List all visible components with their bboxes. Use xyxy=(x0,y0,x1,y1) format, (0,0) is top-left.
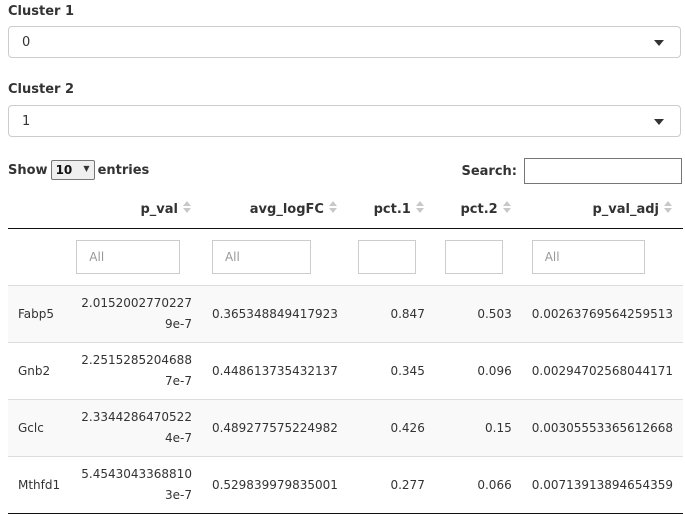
sort-icon xyxy=(328,201,338,215)
header-p_val_adj-label: p_val_adj xyxy=(592,202,659,217)
cell-pct2: 0.503 xyxy=(434,285,522,343)
sort-icon xyxy=(502,201,512,215)
cell-pct2: 0.096 xyxy=(434,342,522,400)
header-p_val-label: p_val xyxy=(140,202,178,217)
cell-p_val: 2.01520027702279e-7 xyxy=(72,285,202,343)
cell-p_val: 2.25152852046887e-7 xyxy=(72,342,202,400)
header-pct2-label: pct.2 xyxy=(460,202,498,217)
cluster1-value: 0 xyxy=(22,35,31,50)
search-label: Search: xyxy=(461,163,517,179)
sort-icon xyxy=(182,201,192,215)
header-p_val[interactable]: p_val xyxy=(72,190,202,229)
cell-avg_logFC: 0.529839979835001 xyxy=(201,456,348,514)
table-row: Gnb2 2.25152852046887e-7 0.4486137354321… xyxy=(8,342,683,400)
cell-avg_logFC: 0.489277575224982 xyxy=(201,399,348,457)
header-rownames xyxy=(8,190,73,229)
cell-pct2: 0.15 xyxy=(434,399,522,457)
length-control: Show 10 ▼ entries xyxy=(8,159,149,181)
header-pct1[interactable]: pct.1 xyxy=(347,190,435,229)
table-row: Mthfd1 5.45430433688103e-7 0.52983997983… xyxy=(8,456,683,514)
cell-p_val_adj: 0.00263769564259513 xyxy=(521,285,683,343)
header-avg_logFC-label: avg_logFC xyxy=(249,202,324,217)
sort-icon xyxy=(663,201,673,215)
entries-label: entries xyxy=(97,162,150,178)
length-select[interactable]: 10 ▼ xyxy=(50,160,95,180)
cell-gene: Gclc xyxy=(8,399,73,457)
cell-gene: Gnb2 xyxy=(8,342,73,400)
filter-avg_logFC[interactable]: All xyxy=(211,240,311,274)
sort-icon xyxy=(415,201,425,215)
header-pct2[interactable]: pct.2 xyxy=(434,190,522,229)
cell-pct1: 0.277 xyxy=(347,456,435,514)
cluster1-select[interactable]: 0 xyxy=(8,26,681,58)
header-p_val_adj[interactable]: p_val_adj xyxy=(521,190,683,229)
header-row: p_val avg_logFC pct.1 pct.2 p_val_adj xyxy=(8,190,683,229)
filter-p_val_adj[interactable]: All xyxy=(531,240,645,274)
search-input[interactable] xyxy=(524,158,682,184)
cell-p_val_adj: 0.00294702568044171 xyxy=(521,342,683,400)
cluster2-label: Cluster 2 xyxy=(8,82,75,97)
header-pct1-label: pct.1 xyxy=(373,202,411,217)
filter-cell-empty xyxy=(8,228,73,286)
table-row: Fabp5 2.01520027702279e-7 0.365348849417… xyxy=(8,285,683,343)
cell-p_val: 5.45430433688103e-7 xyxy=(72,456,202,514)
filter-pct1[interactable] xyxy=(357,240,416,274)
header-avg_logFC[interactable]: avg_logFC xyxy=(201,190,348,229)
caret-down-icon: ▼ xyxy=(83,164,90,173)
cell-pct1: 0.426 xyxy=(347,399,435,457)
chevron-down-icon xyxy=(654,119,664,125)
cell-avg_logFC: 0.365348849417923 xyxy=(201,285,348,343)
length-value: 10 xyxy=(55,163,73,177)
search-control: Search: xyxy=(461,158,682,184)
table-row: Gclc 2.33442864705224e-7 0.4892775752249… xyxy=(8,399,683,457)
results-table: p_val avg_logFC pct.1 pct.2 p_val_adj Al… xyxy=(8,190,683,514)
cluster2-select[interactable]: 1 xyxy=(8,105,681,137)
cell-p_val_adj: 0.00305553365612668 xyxy=(521,399,683,457)
filter-row: All All All xyxy=(8,228,683,286)
chevron-down-icon xyxy=(654,40,664,46)
cell-gene: Mthfd1 xyxy=(8,456,73,514)
cell-pct1: 0.847 xyxy=(347,285,435,343)
cell-p_val: 2.33442864705224e-7 xyxy=(72,399,202,457)
cell-avg_logFC: 0.448613735432137 xyxy=(201,342,348,400)
cluster2-value: 1 xyxy=(22,114,31,129)
cell-gene: Fabp5 xyxy=(8,285,73,343)
filter-pct2[interactable] xyxy=(444,240,503,274)
cell-pct2: 0.066 xyxy=(434,456,522,514)
cluster1-label: Cluster 1 xyxy=(8,4,75,19)
cell-p_val_adj: 0.00713913894654359 xyxy=(521,456,683,514)
filter-p_val[interactable]: All xyxy=(76,240,181,274)
cell-pct1: 0.345 xyxy=(347,342,435,400)
show-label: Show xyxy=(8,162,48,178)
